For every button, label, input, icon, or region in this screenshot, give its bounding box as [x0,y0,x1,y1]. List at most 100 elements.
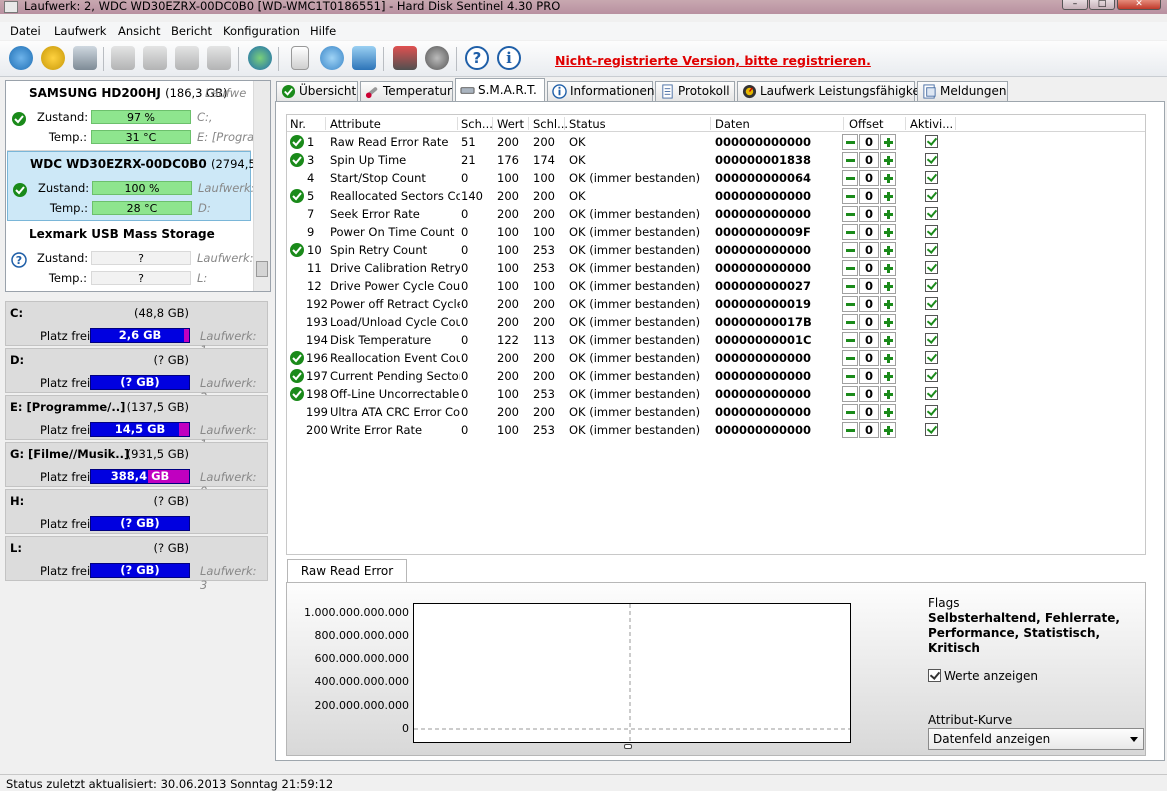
active-checkbox[interactable] [925,207,938,220]
col-wert[interactable]: Wert [497,117,524,131]
offset-plus-button[interactable] [880,134,896,150]
table-row[interactable]: 7 Seek Error Rate 0 200 200 OK (immer bestand… [287,205,1145,223]
active-checkbox[interactable] [925,153,938,166]
menu-hilfe[interactable]: Hilfe [310,24,336,38]
offset-value[interactable]: 0 [859,350,879,366]
table-row[interactable]: 199 Ultra ATA CRC Error Co... 0 200 200 OK (i… [287,403,1145,421]
menu-laufwerk[interactable]: Laufwerk [54,24,106,38]
offset-value[interactable]: 0 [859,296,879,312]
col-daten[interactable]: Daten [715,117,750,131]
table-row[interactable]: 196Reallocation Event Count0200200OK (im… [287,349,1145,367]
tab-informationen[interactable]: Informationen [547,81,654,101]
offset-minus-button[interactable] [842,314,858,330]
tab-ubersicht[interactable]: Übersicht [276,81,358,101]
tab-temperatur[interactable]: Temperatur [360,81,453,101]
table-row[interactable]: 192Power off Retract Cycle ...0200200OK … [287,295,1145,313]
active-checkbox[interactable] [925,279,938,292]
table-row[interactable]: 11Drive Calibration Retry ...0100253OK (… [287,259,1145,277]
volume-item[interactable]: G: [Filme//Musik..] (931,5 GB) Platz frei 3… [5,442,268,498]
col-nr[interactable]: Nr. [290,117,306,131]
col-attribute[interactable]: Attribute [330,117,381,131]
active-checkbox[interactable] [925,333,938,346]
offset-value[interactable]: 0 [859,422,879,438]
menu-datei[interactable]: Datei [10,24,41,38]
active-checkbox[interactable] [925,351,938,364]
table-row[interactable]: 1 Raw Read Error Rate 51 200 200 OK 0000000000… [287,133,1145,151]
table-row[interactable]: 4 Start/Stop Count 0 100 100 OK (immer bestan… [287,169,1145,187]
offset-plus-button[interactable] [880,386,896,402]
active-checkbox[interactable] [925,315,938,328]
offset-value[interactable]: 0 [859,404,879,420]
col-offset[interactable]: Offset [849,117,884,131]
disk-tool-icon[interactable] [207,46,231,70]
offset-plus-button[interactable] [880,188,896,204]
minimize-button[interactable]: – [1062,0,1088,10]
close-button[interactable]: ✕ [1117,0,1161,10]
tab-smart[interactable]: S.M.A.R.T. [455,78,545,101]
detail-tab[interactable]: Raw Read Error Rate [287,559,407,600]
active-checkbox[interactable] [925,369,938,382]
offset-plus-button[interactable] [880,404,896,420]
offset-value[interactable]: 0 [859,134,879,150]
table-row[interactable]: 12 Drive Power Cycle Count 0 100 100 OK (imme… [287,277,1145,295]
offset-plus-button[interactable] [880,350,896,366]
active-checkbox[interactable] [925,297,938,310]
active-checkbox[interactable] [925,387,938,400]
offset-plus-button[interactable] [880,296,896,312]
offset-value[interactable]: 0 [859,332,879,348]
offset-plus-button[interactable] [880,260,896,276]
offset-value[interactable]: 0 [859,368,879,384]
table-row[interactable]: 193 Load/Unload Cycle Cou... 0 200 200 OK (im… [287,313,1145,331]
menu-bericht[interactable]: Bericht [171,24,212,38]
offset-plus-button[interactable] [880,314,896,330]
offset-plus-button[interactable] [880,206,896,222]
offset-minus-button[interactable] [842,404,858,420]
offset-minus-button[interactable] [842,242,858,258]
scrollbar-thumb[interactable] [256,261,268,277]
table-row[interactable]: 197 Current Pending Sector... 0 200 200 OK (i… [287,367,1145,385]
table-row[interactable]: 194 Disk Temperature 0 122 113 OK (immer best… [287,331,1145,349]
offset-minus-button[interactable] [842,152,858,168]
chart-splitter-handle[interactable] [624,744,632,749]
offset-minus-button[interactable] [842,350,858,366]
info-icon[interactable]: i [497,46,521,70]
col-aktiviert[interactable]: Aktivi... [910,117,953,131]
report-icon[interactable] [291,46,309,70]
active-checkbox[interactable] [925,261,938,274]
refresh-icon[interactable] [9,46,33,70]
surface-test-icon[interactable] [393,46,417,70]
maximize-button[interactable]: □ [1089,0,1115,10]
table-row[interactable]: 9 Power On Time Count 0 100 100 OK (immer bes… [287,223,1145,241]
offset-value[interactable]: 0 [859,386,879,402]
drive-item-lexmark[interactable]: Lexmark USB Mass Storage ? Zustand: ? La… [7,222,254,291]
offset-minus-button[interactable] [842,134,858,150]
offset-plus-button[interactable] [880,278,896,294]
drive-item-wdc[interactable]: WDC WD30EZRX-00DC0B0 (2794,5 GB) Zustand… [7,151,270,221]
menu-ansicht[interactable]: Ansicht [118,24,160,38]
col-schlechtester[interactable]: Schl... [533,117,568,131]
disk-icon[interactable] [73,46,97,70]
disk-wrench-icon[interactable] [143,46,167,70]
curve-select[interactable]: Datenfeld anzeigen [928,728,1144,750]
active-checkbox[interactable] [925,243,938,256]
offset-value[interactable]: 0 [859,152,879,168]
table-row[interactable]: 198 Off-Line Uncorrectable ... 0 100 253 OK (… [287,385,1145,403]
drive-item-samsung[interactable]: SAMSUNG HD200HJ (186,3 GB) Laufwe Zustan… [7,81,254,151]
volume-item[interactable]: C:(48,8 GB)Platz frei2,6 GBLaufwerk: 1 [5,301,268,357]
table-row[interactable]: 3 Spin Up Time 21 176 174 OK 000000001838 0 [287,151,1145,169]
speaker-icon[interactable] [425,46,449,70]
table-row[interactable]: 200 Write Error Rate 0 100 253 OK (immer best… [287,421,1145,439]
active-checkbox[interactable] [925,405,938,418]
sync-icon[interactable] [320,46,344,70]
offset-minus-button[interactable] [842,260,858,276]
offset-value[interactable]: 0 [859,260,879,276]
tab-meldungen[interactable]: Meldungen [917,81,1008,101]
tab-protokoll[interactable]: Protokoll [655,81,735,101]
table-row[interactable]: 5 Reallocated Sectors Co... 140 200 200 OK 000… [287,187,1145,205]
offset-minus-button[interactable] [842,422,858,438]
offset-value[interactable]: 0 [859,242,879,258]
offset-plus-button[interactable] [880,422,896,438]
offset-plus-button[interactable] [880,242,896,258]
offset-minus-button[interactable] [842,386,858,402]
offset-value[interactable]: 0 [859,314,879,330]
